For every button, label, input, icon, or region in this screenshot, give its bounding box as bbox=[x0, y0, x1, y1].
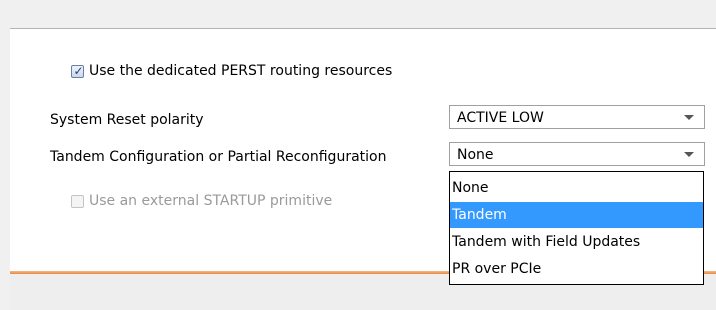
chevron-down-icon[interactable] bbox=[684, 152, 694, 157]
tandem-config-label: Tandem Configuration or Partial Reconfig… bbox=[50, 149, 387, 165]
dropdown-option-tandem[interactable]: Tandem bbox=[450, 202, 703, 228]
tandem-config-value: None bbox=[457, 147, 494, 163]
window-top-area bbox=[0, 0, 716, 28]
tandem-config-combobox[interactable]: None bbox=[449, 142, 705, 166]
window-left-edge bbox=[0, 28, 10, 310]
checkmark-icon: ✓ bbox=[73, 64, 84, 78]
chevron-down-icon[interactable] bbox=[684, 115, 694, 120]
dropdown-option-none[interactable]: None bbox=[450, 175, 703, 201]
system-reset-label: System Reset polarity bbox=[50, 112, 204, 128]
dropdown-option-pr-over-pcie[interactable]: PR over PCIe bbox=[450, 256, 703, 282]
dropdown-option-tandem-field-updates[interactable]: Tandem with Field Updates bbox=[450, 229, 703, 255]
perst-checkbox-label[interactable]: Use the dedicated PERST routing resource… bbox=[89, 62, 392, 80]
system-reset-value: ACTIVE LOW bbox=[457, 110, 544, 126]
perst-checkbox[interactable]: ✓ bbox=[71, 64, 84, 78]
system-reset-combobox[interactable]: ACTIVE LOW bbox=[449, 105, 705, 129]
startup-checkbox bbox=[71, 195, 84, 208]
startup-checkbox-label: Use an external STARTUP primitive bbox=[89, 193, 333, 209]
tandem-config-dropdown-list[interactable]: None Tandem Tandem with Field Updates PR… bbox=[449, 171, 704, 285]
